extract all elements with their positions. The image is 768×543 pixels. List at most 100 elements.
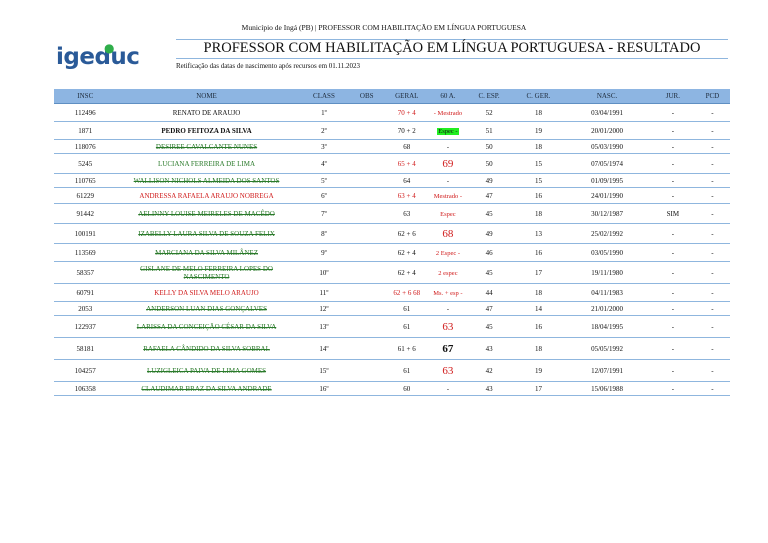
cell-60a-note: Espec - — [431, 121, 465, 140]
handwritten-note: - — [446, 143, 450, 151]
cell-c-esp: 52 — [464, 103, 514, 122]
table-row: 113569 MARCIANA DA SILVA MILÂNEZ 9º 62 + 4 2… — [54, 243, 730, 262]
cell-c-ger: 16 — [513, 315, 564, 338]
cell-jur: - — [650, 103, 695, 122]
geral-value: 70 + 2 — [397, 126, 416, 135]
cell-geral: 63 — [382, 203, 432, 224]
column-header-note: 60 A. — [431, 89, 465, 104]
table-row: 122937 LARISSA DA CONCEIÇÃO CÉSAR DA SILV… — [54, 315, 730, 338]
geral-value: 60 — [403, 384, 411, 393]
cell-name: LUCIANA FERREIRA DE LIMA — [116, 153, 297, 174]
geral-value: 61 — [403, 304, 411, 313]
cell-geral: 68 — [382, 139, 432, 154]
table-row: 100191 IZABELLY LAURA SILVA DE SOUZA FELI… — [54, 223, 730, 244]
cell-jur: - — [650, 223, 695, 244]
cell-c-ger: 14 — [513, 301, 564, 316]
column-header-geral: GERAL — [382, 89, 432, 104]
column-header-name: NOME — [116, 89, 297, 104]
geral-value: 68 — [403, 142, 411, 151]
cell-nasc: 30/12/1987 — [563, 203, 651, 224]
table-row: 58181 RAFAELA CÂNDIDO DA SILVA SOBRAL 14º 6… — [54, 337, 730, 360]
cell-name: RENATO DE ARAUJO — [116, 103, 297, 122]
cell-c-esp: 49 — [464, 173, 514, 188]
column-header-pcd: PCD — [694, 89, 730, 104]
cell-c-ger: 18 — [513, 103, 564, 122]
cell-obs — [351, 243, 383, 262]
geral-value: 62 + 6 — [397, 229, 416, 238]
cell-obs — [351, 223, 383, 244]
handwritten-note: - — [446, 305, 450, 313]
cell-geral: 60 — [382, 381, 432, 396]
cell-geral: 62 + 4 — [382, 261, 432, 284]
igeduc-logo: igeduc ● — [56, 41, 140, 70]
cell-nasc: 03/05/1990 — [563, 243, 651, 262]
table-row: 106358 CLAUDIMAR BRAZ DA SILVA ANDRADE 16º… — [54, 381, 730, 396]
cell-c-esp: 46 — [464, 243, 514, 262]
cell-60a-note: Espec — [431, 203, 465, 224]
cell-jur: - — [650, 173, 695, 188]
cell-jur: - — [650, 139, 695, 154]
cell-insc: 58181 — [54, 337, 117, 360]
cell-class: 1º — [296, 103, 352, 122]
cell-60a-note: 63 — [431, 359, 465, 382]
cell-name: GISLANE DE MELO FERREIRA LOPES DO NASCIM… — [116, 261, 297, 284]
cell-obs — [351, 173, 383, 188]
cell-60a-note: Mestrado - — [431, 187, 465, 204]
table-row: 58357 GISLANE DE MELO FERREIRA LOPES DO N… — [54, 261, 730, 284]
column-header-class: CLASS — [296, 89, 352, 104]
cell-c-ger: 18 — [513, 283, 564, 302]
cell-name: LARISSA DA CONCEIÇÃO CÉSAR DA SILVA — [116, 315, 297, 338]
cell-insc: 100191 — [54, 223, 117, 244]
cell-name: ANDERSON LUAN DIAS GONÇALVES — [116, 301, 297, 316]
geral-value: 61 — [403, 322, 411, 331]
cell-pcd: - — [694, 139, 730, 154]
cell-c-esp: 47 — [464, 187, 514, 204]
cell-insc: 61229 — [54, 187, 117, 204]
cell-class: 6º — [296, 187, 352, 204]
table-row: 118076 DESIREE CAVALCANTE NUNES 3º 68 - 50 18 0… — [54, 139, 730, 154]
table-row: 91442 AELINNY LOUISE MEIRELES DE MACÊDO 7º… — [54, 203, 730, 224]
cell-60a-note: - — [431, 139, 465, 154]
cell-c-ger: 19 — [513, 359, 564, 382]
cell-c-esp: 45 — [464, 261, 514, 284]
cell-insc: 60791 — [54, 283, 117, 302]
cell-insc: 112496 — [54, 103, 117, 122]
cell-obs — [351, 381, 383, 396]
cell-pcd: - — [694, 203, 730, 224]
cell-jur: - — [650, 359, 695, 382]
geral-value: 62 + 4 — [397, 268, 416, 277]
title-bottom-rule — [176, 58, 728, 59]
geral-value: 62 + 4 — [397, 248, 416, 257]
table-row: 60791 KELLY DA SILVA MELO ARAUJO 11º 62 + 6… — [54, 283, 730, 302]
cell-60a-note: - Mestrado — [431, 103, 465, 122]
cell-obs — [351, 359, 383, 382]
column-header-obs: OBS — [351, 89, 383, 104]
cell-insc: 2053 — [54, 301, 117, 316]
table-row: 2053 ANDERSON LUAN DIAS GONÇALVES 12º 61 - 47… — [54, 301, 730, 316]
handwritten-note: Espec - — [437, 127, 459, 135]
cell-pcd: - — [694, 243, 730, 262]
cell-name: KELLY DA SILVA MELO ARAUJO — [116, 283, 297, 302]
cell-geral: 70 + 4 — [382, 103, 432, 122]
logo-accent-icon: ● — [104, 41, 114, 55]
cell-obs — [351, 261, 383, 284]
cell-nasc: 19/11/1980 — [563, 261, 651, 284]
geral-value: 64 — [403, 176, 411, 185]
cell-obs — [351, 315, 383, 338]
cell-c-ger: 16 — [513, 243, 564, 262]
geral-value: 65 + 4 — [397, 159, 416, 168]
handwritten-note: - Mestrado — [433, 109, 463, 117]
cell-pcd: - — [694, 121, 730, 140]
cell-c-esp: 45 — [464, 315, 514, 338]
cell-c-esp: 50 — [464, 153, 514, 174]
cell-c-esp: 45 — [464, 203, 514, 224]
cell-name: RAFAELA CÂNDIDO DA SILVA SOBRAL — [116, 337, 297, 360]
cell-geral: 61 — [382, 301, 432, 316]
table-row: 104257 LUZIGLEICA PAIVA DE LIMA GOMES 15º 6… — [54, 359, 730, 382]
cell-name: CLAUDIMAR BRAZ DA SILVA ANDRADE — [116, 381, 297, 396]
cell-60a-note: Ms. + esp - — [431, 283, 465, 302]
cell-c-esp: 44 — [464, 283, 514, 302]
cell-c-ger: 15 — [513, 153, 564, 174]
cell-jur: - — [650, 243, 695, 262]
cell-60a-note: - — [431, 173, 465, 188]
